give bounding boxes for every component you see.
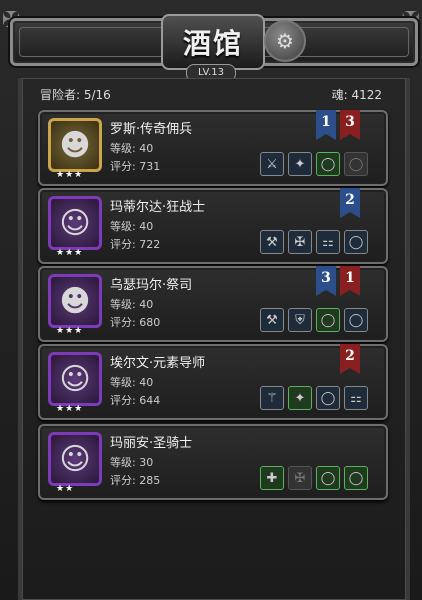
ring-icon[interactable]: ◯ — [316, 386, 340, 410]
hero-stars: ★★★ — [56, 404, 84, 414]
equipment-slots: ⚒ ✠ ⚏ ◯ — [260, 230, 368, 254]
hero-level: 等级: 40 — [110, 142, 154, 155]
hero-level: 等级: 30 — [110, 456, 154, 469]
rank-flags: 2 — [340, 344, 360, 374]
hero-name: 玛蒂尔达·狂战士 — [110, 200, 206, 215]
hero-stars: ★★★ — [56, 248, 84, 258]
hero-score: 评分: 644 — [110, 394, 161, 407]
blue-rank-flag: 2 — [340, 188, 360, 218]
hero-score: 评分: 680 — [110, 316, 161, 329]
hero-stars: ★★ — [56, 484, 75, 494]
hero-portrait[interactable]: ☺ — [48, 352, 102, 406]
hero-score: 评分: 731 — [110, 160, 161, 173]
equipment-slots: ⚚ ✦ ◯ ⚏ — [260, 386, 368, 410]
hero-portrait[interactable]: ☻ — [48, 118, 102, 172]
hero-portrait[interactable]: ☺ — [48, 196, 102, 250]
hero-card[interactable]: ☻ ★★★ 乌瑟玛尔·祭司 等级: 40 评分: 680 3 1 ⚒ ⛨ ◯ ◯ — [38, 266, 388, 342]
hero-level: 等级: 40 — [110, 220, 154, 233]
hero-level: 等级: 40 — [110, 376, 154, 389]
ring-icon[interactable]: ◯ — [344, 308, 368, 332]
gear-icon: ⚙ — [276, 29, 294, 53]
armor-icon[interactable]: ✠ — [288, 230, 312, 254]
equipment-slots: ✚ ✠ ◯ ◯ — [260, 466, 368, 490]
red-rank-flag: 2 — [340, 344, 360, 374]
hero-card[interactable]: ☺ ★★★ 玛蒂尔达·狂战士 等级: 40 评分: 722 2 ⚒ ✠ ⚏ ◯ — [38, 188, 388, 264]
add-weapon-icon[interactable]: ✚ — [260, 466, 284, 490]
hero-level: 等级: 40 — [110, 298, 154, 311]
header: ✠ ✠ 酒馆 ⚙ LV.13 — [0, 0, 422, 82]
hero-name: 乌瑟玛尔·祭司 — [110, 278, 193, 293]
ring-icon[interactable]: ◯ — [316, 466, 340, 490]
blue-rank-flag: 3 — [316, 266, 336, 296]
hero-name: 埃尔文·元素导师 — [110, 356, 206, 371]
shield-icon[interactable]: ⛨ — [288, 308, 312, 332]
red-rank-flag: 3 — [340, 110, 360, 140]
potion-icon[interactable]: ✦ — [288, 152, 312, 176]
hero-score: 评分: 285 — [110, 474, 161, 487]
red-rank-flag: 1 — [340, 266, 360, 296]
staff-icon[interactable]: ⚚ — [260, 386, 284, 410]
hero-score: 评分: 722 — [110, 238, 161, 251]
equipment-slots: ⚒ ⛨ ◯ ◯ — [260, 308, 368, 332]
ring-icon[interactable]: ◯ — [344, 230, 368, 254]
cloak-icon[interactable]: ✦ — [288, 386, 312, 410]
page-title: 酒馆 — [182, 27, 243, 60]
blue-rank-flag: 1 — [316, 110, 336, 140]
hero-portrait[interactable]: ☻ — [48, 274, 102, 328]
hammer-icon[interactable]: ⚒ — [260, 308, 284, 332]
armor-empty-icon[interactable]: ✠ — [288, 466, 312, 490]
rank-flags: 31 — [316, 266, 360, 296]
ring-icon[interactable]: ◯ — [316, 152, 340, 176]
equipment-slots: ⚔ ✦ ◯ ◯ — [260, 152, 368, 176]
axe-icon[interactable]: ⚒ — [260, 230, 284, 254]
soul-count: 魂: 4122 — [331, 88, 382, 102]
settings-gear-button[interactable]: ⚙ — [264, 20, 306, 62]
hero-card[interactable]: ☻ ★★★ 罗斯·传奇佣兵 等级: 40 评分: 731 1 3 ⚔ ✦ ◯ ◯ — [38, 110, 388, 186]
hero-stars: ★★★ — [56, 170, 84, 180]
hero-card[interactable]: ☺ ★★ 玛丽安·圣骑士 等级: 30 评分: 285 ✚ ✠ ◯ ◯ — [38, 424, 388, 500]
ring-icon[interactable]: ◯ — [344, 152, 368, 176]
ring-icon[interactable]: ◯ — [316, 308, 340, 332]
adventurer-count: 冒险者: 5/16 — [40, 88, 111, 102]
scroll-icon[interactable]: ⚏ — [344, 386, 368, 410]
hero-name: 玛丽安·圣骑士 — [110, 436, 193, 451]
title-plate: 酒馆 — [161, 14, 265, 70]
rank-flags: 2 — [340, 188, 360, 218]
hero-stars: ★★★ — [56, 326, 84, 336]
ring-icon[interactable]: ◯ — [344, 466, 368, 490]
rank-flags: 13 — [316, 110, 360, 140]
scroll-icon[interactable]: ⚏ — [316, 230, 340, 254]
hero-card[interactable]: ☺ ★★★ 埃尔文·元素导师 等级: 40 评分: 644 2 ⚚ ✦ ◯ ⚏ — [38, 344, 388, 420]
sword-icon[interactable]: ⚔ — [260, 152, 284, 176]
hero-name: 罗斯·传奇佣兵 — [110, 122, 193, 137]
hero-portrait[interactable]: ☺ — [48, 432, 102, 486]
